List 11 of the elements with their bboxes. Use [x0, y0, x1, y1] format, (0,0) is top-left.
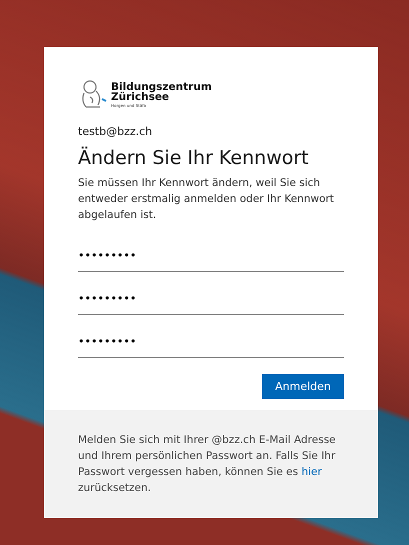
- password-field[interactable]: •••••••••: [78, 237, 344, 272]
- account-email: testb@bzz.ch: [78, 125, 154, 138]
- description-text: Sie müssen Ihr Kennwort ändern, weil Sie sich entweder erstmalig anmelden oder Ihr Kennwort abgelaufen ist.: [78, 176, 335, 223]
- sign-in-button[interactable]: Anmelden: [262, 374, 344, 399]
- footer-text: Melden Sie sich mit Ihrer @bzz.ch E-Mail Adresse und Ihrem persönlichen Passwort an. Falls Sie Ihr Passwort vergessen haben, können Sie es hier zurücksetzen.: [44, 410, 378, 518]
- logo-text: Bildungszentrum: [111, 82, 212, 92]
- reset-link[interactable]: hier: [301, 466, 322, 478]
- logo-text: Zürichsee: [111, 92, 170, 102]
- password-field[interactable]: •••••••••: [78, 323, 344, 358]
- page-title: Ändern Sie Ihr Kennwort: [78, 147, 310, 169]
- password-field[interactable]: •••••••••: [78, 280, 344, 315]
